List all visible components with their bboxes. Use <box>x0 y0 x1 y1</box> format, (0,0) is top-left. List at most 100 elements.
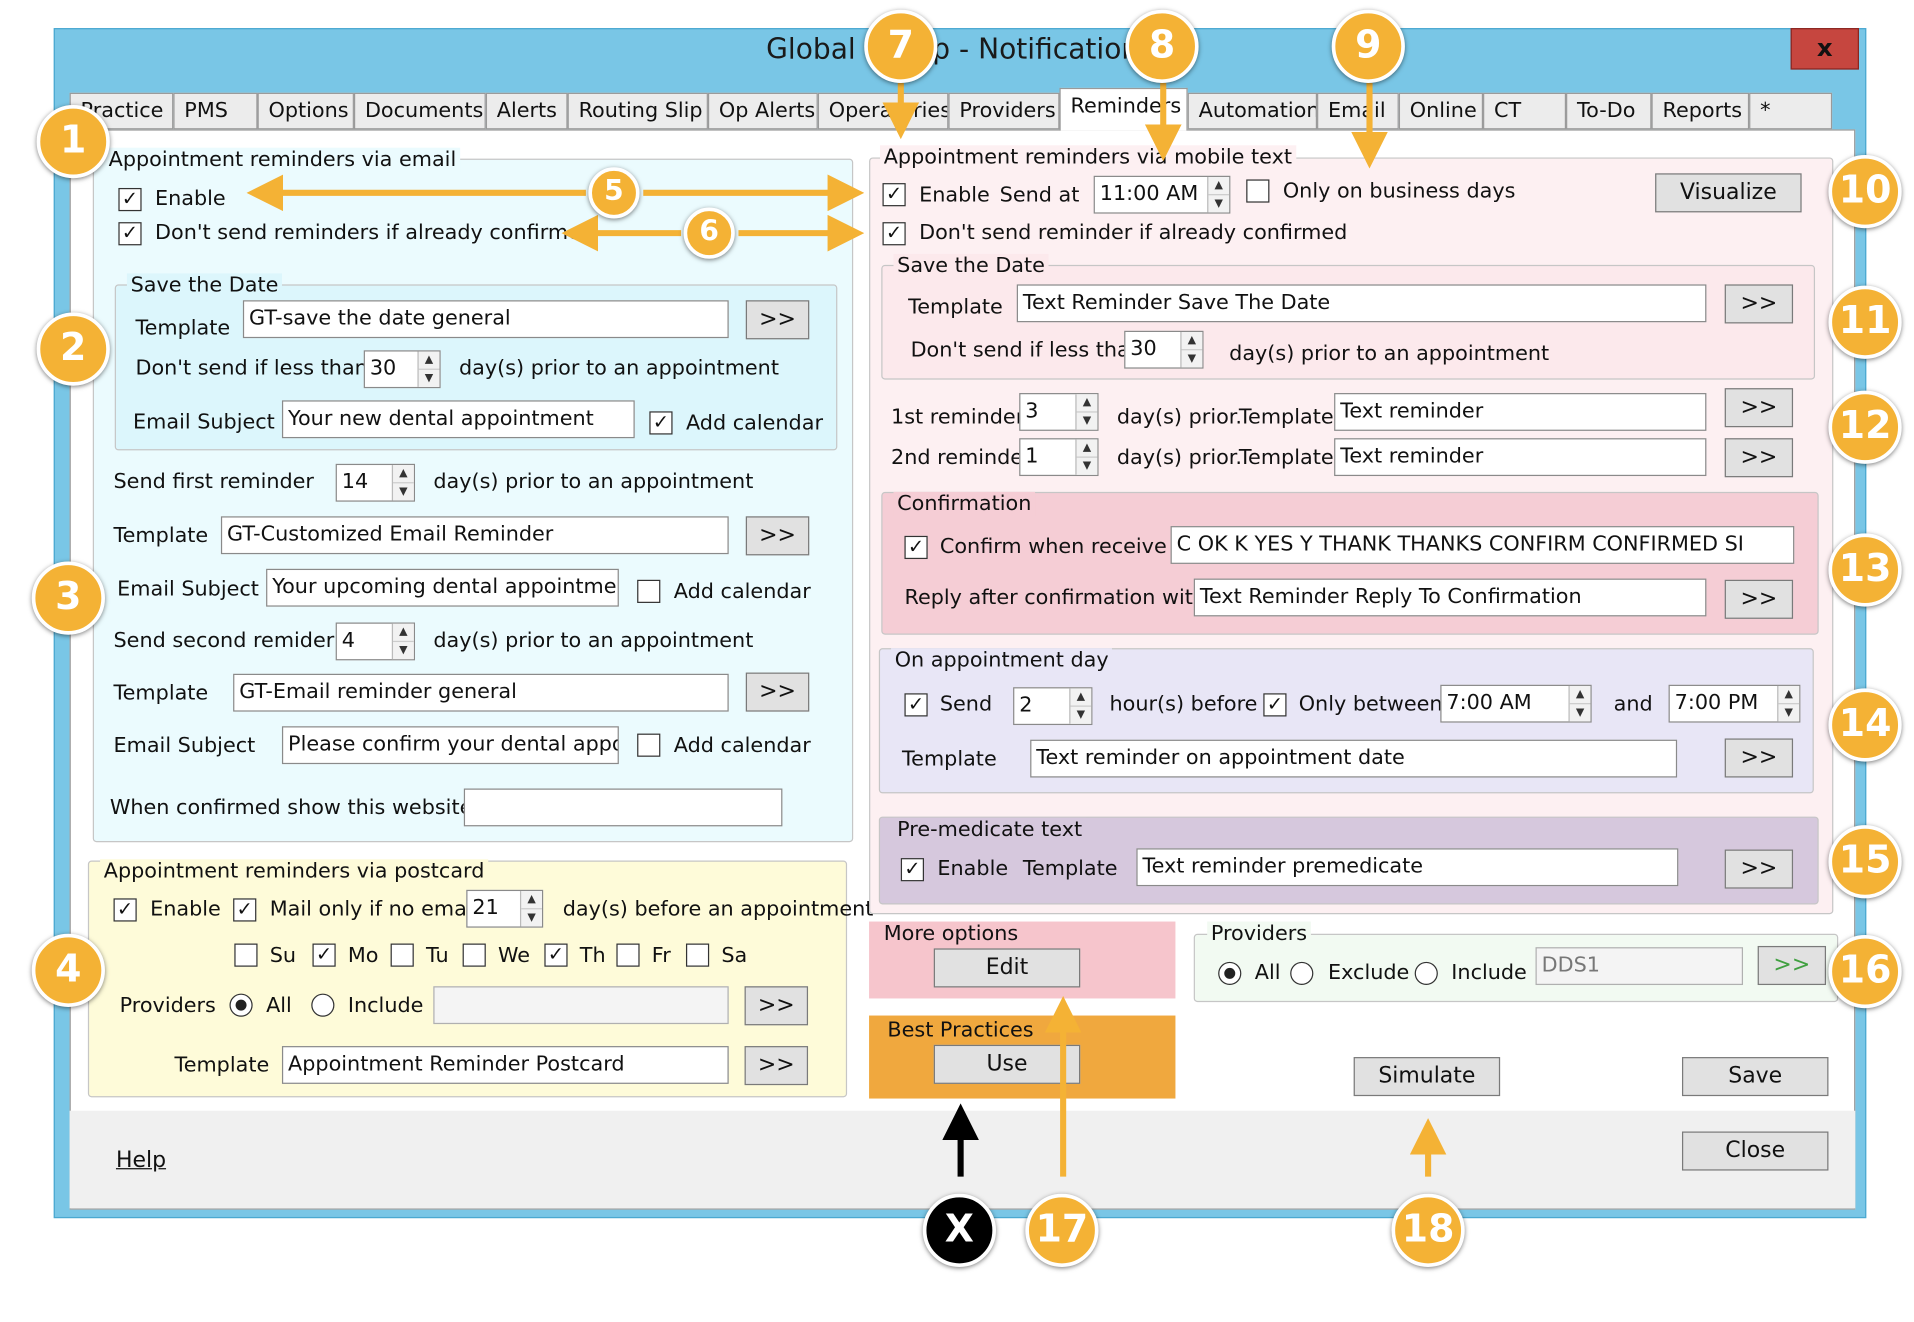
more-options-edit-button[interactable]: Edit <box>933 948 1081 988</box>
email-dont-send-checkbox[interactable]: ✓ <box>118 222 142 246</box>
caret-down-icon[interactable]: ▼ <box>1077 457 1098 475</box>
help-link[interactable]: Help <box>116 1147 166 1173</box>
tab-operatories[interactable]: Operatories <box>817 92 949 130</box>
postcard-enable-checkbox[interactable]: ✓ <box>113 898 137 922</box>
tab-automation[interactable]: Automation <box>1187 92 1318 130</box>
postcard-day-tu-checkbox[interactable] <box>390 943 414 967</box>
confirm-when-receive-checkbox[interactable]: ✓ <box>904 535 928 560</box>
email-subject1-field[interactable]: Your upcoming dental appointment <box>266 568 619 607</box>
postcard-day-mo-checkbox[interactable]: ✓ <box>312 943 336 967</box>
best-practices-use-button[interactable]: Use <box>933 1044 1081 1084</box>
premedicate-enable-checkbox[interactable]: ✓ <box>900 858 924 882</box>
reply-after-confirmation-field[interactable]: Text Reminder Reply To Confirmation <box>1193 578 1707 617</box>
tab-more[interactable]: * <box>1749 92 1833 130</box>
visualize-button[interactable]: Visualize <box>1655 173 1802 213</box>
caret-down-icon[interactable]: ▼ <box>1570 704 1591 722</box>
postcard-providers-field[interactable] <box>433 986 729 1025</box>
caret-up-icon[interactable]: ▲ <box>418 352 440 370</box>
caret-up-icon[interactable]: ▲ <box>393 624 414 642</box>
postcard-template-browse-button[interactable]: >> <box>744 1046 809 1086</box>
postcard-include-radio[interactable] <box>311 993 335 1017</box>
text-second-reminder-stepper[interactable]: 1 ▲ ▼ <box>1019 438 1099 477</box>
caret-down-icon[interactable]: ▼ <box>1208 195 1229 213</box>
caret-down-icon[interactable]: ▼ <box>521 909 542 927</box>
text-first-reminder-stepper[interactable]: 3 ▲ ▼ <box>1019 393 1099 431</box>
postcard-day-th-checkbox[interactable]: ✓ <box>544 943 568 967</box>
caret-down-icon[interactable]: ▼ <box>393 641 414 659</box>
postcard-providers-browse-button[interactable]: >> <box>744 986 809 1026</box>
email-template2-field[interactable]: GT-Email reminder general <box>233 673 729 712</box>
email-subject2-field[interactable]: Please confirm your dental appointment <box>281 726 619 765</box>
email-std-days-stepper[interactable]: 30 ▲ ▼ <box>363 350 441 389</box>
tab-ct[interactable]: CT <box>1483 92 1567 130</box>
tab-email[interactable]: Email <box>1317 92 1399 130</box>
tab-reminders[interactable]: Reminders <box>1059 87 1188 131</box>
text-std-days-stepper[interactable]: 30 ▲ ▼ <box>1124 330 1204 369</box>
postcard-day-sa-checkbox[interactable] <box>685 943 710 967</box>
postcard-day-su-checkbox[interactable] <box>234 943 258 967</box>
caret-up-icon[interactable]: ▲ <box>1076 439 1098 458</box>
email-template1-browse-button[interactable]: >> <box>745 516 810 556</box>
appt-day-template-browse-button[interactable]: >> <box>1724 738 1794 778</box>
email-std-subject-field[interactable]: Your new dental appointment <box>281 400 635 439</box>
caret-down-icon[interactable]: ▼ <box>393 483 414 501</box>
email-second-reminder-stepper[interactable]: 4 ▲ ▼ <box>335 622 416 661</box>
providers-exclude-radio[interactable] <box>1290 961 1314 986</box>
save-button[interactable]: Save <box>1681 1057 1829 1097</box>
postcard-days-stepper[interactable]: 21 ▲ ▼ <box>466 889 544 928</box>
caret-up-icon[interactable]: ▲ <box>1181 332 1203 350</box>
caret-down-icon[interactable]: ▼ <box>1077 412 1098 430</box>
tab-to-do[interactable]: To-Do <box>1566 92 1652 130</box>
text-second-template-browse-button[interactable]: >> <box>1724 438 1794 478</box>
postcard-all-radio[interactable] <box>229 993 253 1017</box>
email-website-field[interactable] <box>463 788 783 827</box>
postcard-mail-only-checkbox[interactable]: ✓ <box>233 898 257 922</box>
email-enable-checkbox[interactable]: ✓ <box>118 187 142 212</box>
caret-up-icon[interactable]: ▲ <box>1778 686 1800 704</box>
text-send-at-time[interactable]: 11:00 AM ▲ ▼ <box>1093 175 1231 214</box>
tab-op-alerts[interactable]: Op Alerts <box>707 92 818 130</box>
caret-up-icon[interactable]: ▲ <box>1070 688 1092 707</box>
providers-include-radio[interactable] <box>1414 961 1438 986</box>
caret-down-icon[interactable]: ▼ <box>1182 350 1203 368</box>
email-std-template-field[interactable]: GT-save the date general <box>242 300 729 339</box>
email-first-reminder-stepper[interactable]: 14 ▲ ▼ <box>335 463 416 502</box>
appt-day-from-time[interactable]: 7:00 AM ▲ ▼ <box>1440 684 1592 723</box>
premedicate-template-field[interactable]: Text reminder premedicate <box>1136 848 1679 887</box>
tab-online[interactable]: Online <box>1398 92 1484 130</box>
email-std-add-calendar-checkbox[interactable]: ✓ <box>649 411 673 435</box>
simulate-button[interactable]: Simulate <box>1353 1057 1501 1097</box>
tab-providers[interactable]: Providers <box>948 92 1060 130</box>
providers-all-radio[interactable] <box>1218 961 1242 986</box>
tab-documents[interactable]: Documents <box>353 92 486 130</box>
appt-day-template-field[interactable]: Text reminder on appointment date <box>1030 739 1678 778</box>
caret-down-icon[interactable]: ▼ <box>1070 706 1091 724</box>
appt-day-between-checkbox[interactable]: ✓ <box>1263 693 1287 717</box>
tab-pms[interactable]: PMS <box>173 92 258 130</box>
appt-day-hours-stepper[interactable]: 2 ▲ ▼ <box>1013 687 1093 726</box>
text-first-template-field[interactable]: Text reminder <box>1334 393 1707 431</box>
tab-options[interactable]: Options <box>257 92 354 130</box>
providers-browse-button[interactable]: >> <box>1757 945 1827 986</box>
reply-template-browse-button[interactable]: >> <box>1724 579 1794 619</box>
tab-alerts[interactable]: Alerts <box>485 92 568 130</box>
postcard-template-field[interactable]: Appointment Reminder Postcard <box>281 1046 729 1084</box>
appt-day-send-checkbox[interactable]: ✓ <box>904 693 928 717</box>
caret-up-icon[interactable]: ▲ <box>1208 177 1230 195</box>
caret-up-icon[interactable]: ▲ <box>1569 686 1591 704</box>
providers-field[interactable]: DDS1 <box>1535 947 1744 986</box>
caret-up-icon[interactable]: ▲ <box>521 891 542 909</box>
confirm-keywords-field[interactable]: C OK K YES Y THANK THANKS CONFIRM CONFIR… <box>1170 526 1795 564</box>
text-business-days-checkbox[interactable] <box>1246 179 1270 203</box>
email-std-template-browse-button[interactable]: >> <box>745 300 810 340</box>
appt-day-to-time[interactable]: 7:00 PM ▲ ▼ <box>1668 684 1801 723</box>
close-button[interactable]: Close <box>1681 1131 1829 1171</box>
text-std-template-browse-button[interactable]: >> <box>1724 284 1794 324</box>
caret-down-icon[interactable]: ▼ <box>419 369 440 387</box>
email-template2-browse-button[interactable]: >> <box>745 672 810 712</box>
tab-routing-slip[interactable]: Routing Slip <box>567 92 708 130</box>
text-second-template-field[interactable]: Text reminder <box>1334 438 1707 477</box>
caret-up-icon[interactable]: ▲ <box>1076 394 1098 412</box>
email-add-calendar2-checkbox[interactable] <box>637 733 661 757</box>
text-std-template-field[interactable]: Text Reminder Save The Date <box>1016 284 1707 323</box>
